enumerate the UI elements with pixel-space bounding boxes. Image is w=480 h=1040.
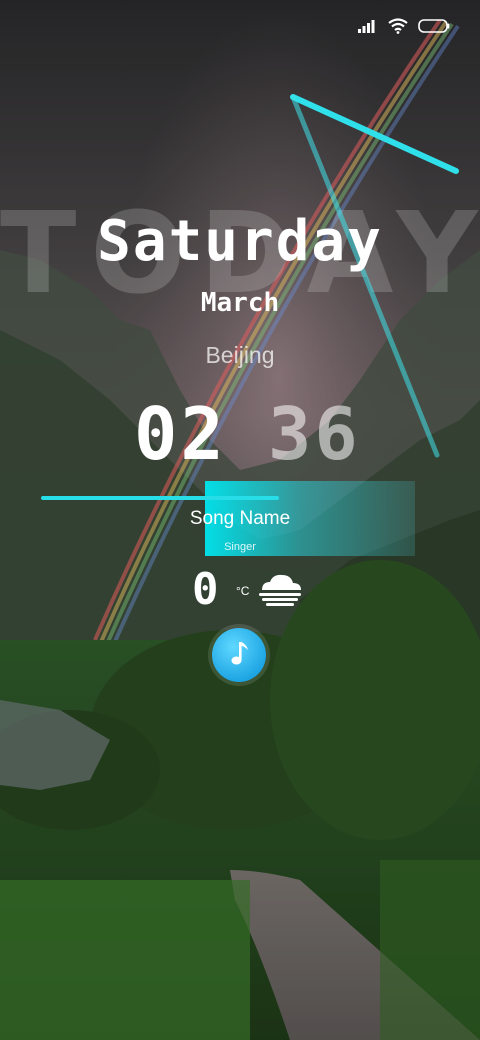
signal-icon [358, 19, 378, 33]
song-name: Song Name [189, 508, 291, 529]
status-bar [358, 14, 450, 38]
clock-hours: 02 [134, 392, 227, 476]
battery-icon [418, 19, 450, 33]
month: March [200, 288, 280, 318]
day-of-week: Saturday [97, 209, 383, 274]
wifi-icon [388, 18, 408, 34]
temperature-value: 0 [192, 564, 219, 615]
city-name: Beijing [205, 342, 275, 368]
music-progress-bar[interactable] [41, 496, 279, 500]
music-button[interactable] [212, 628, 266, 682]
fog-cloud-icon [256, 572, 304, 610]
clock-minutes: 36 [268, 392, 361, 476]
temperature-unit: °C [236, 584, 250, 598]
singer-name: Singer [224, 541, 256, 553]
music-note-icon [228, 640, 250, 670]
